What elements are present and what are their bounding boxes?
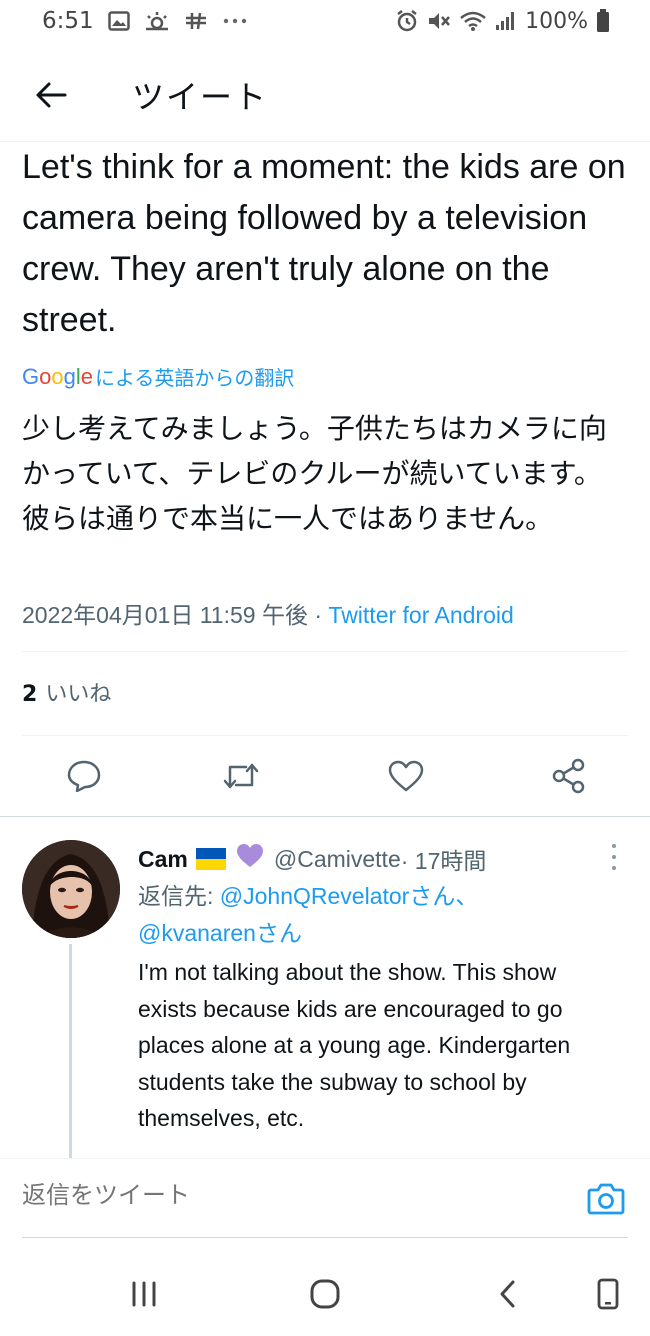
tweet-source-link[interactable]: Twitter for Android: [328, 602, 513, 628]
avatar[interactable]: [22, 840, 120, 938]
reply-author-name[interactable]: Cam: [138, 846, 188, 873]
nav-back-button[interactable]: [486, 1274, 530, 1314]
recent-apps-icon: [132, 1281, 156, 1307]
system-nav-bar: [0, 1252, 650, 1336]
reply-to-prefix: 返信先:: [138, 883, 220, 909]
camera-button[interactable]: [586, 1179, 626, 1219]
thread-line: [69, 944, 72, 1158]
app-header: ツイート: [0, 56, 650, 142]
retweet-button[interactable]: [219, 754, 263, 798]
page-title: ツイート: [132, 78, 269, 116]
tweet-timestamp-row: 2022年04月01日 11:59 午後 · Twitter for Andro…: [22, 596, 514, 630]
likes-row[interactable]: 2 いいね: [22, 676, 111, 708]
reply-author-handle[interactable]: @Camivette: [274, 846, 401, 873]
mention-link[interactable]: @JohnQRevelatorさん: [220, 883, 456, 909]
more-dot: [612, 866, 616, 870]
translation-credit-label: による英語からの翻訳: [95, 366, 295, 390]
gallery-icon: [107, 8, 130, 34]
alarm-icon: [395, 8, 419, 34]
keyboard-toggle-button[interactable]: [586, 1274, 630, 1314]
battery-icon: [596, 8, 610, 34]
status-bar: 6:51 100%: [0, 0, 650, 46]
section-divider: [0, 816, 650, 817]
avatar-image: [22, 840, 120, 938]
timestamp-separator: ·: [307, 602, 329, 628]
reply-icon: [67, 760, 101, 792]
tweet-action-bar: [0, 736, 650, 816]
tweet-timestamp[interactable]: 2022年04月01日 11:59 午後: [22, 602, 308, 628]
chevron-left-icon: [500, 1280, 515, 1308]
reply-button[interactable]: [62, 754, 106, 798]
weather-icon: [144, 8, 170, 34]
recent-apps-button[interactable]: [122, 1274, 166, 1314]
more-dot: [612, 844, 616, 848]
home-button[interactable]: [303, 1274, 347, 1314]
divider: [22, 651, 628, 652]
more-options-button[interactable]: [604, 844, 624, 870]
tweet-text: Let's think for a moment: the kids are o…: [22, 148, 626, 339]
reply-header: Cam @Camivette · 17時間: [138, 842, 486, 876]
phone-rotate-icon: [597, 1278, 619, 1310]
like-button[interactable]: [384, 754, 428, 798]
battery-percent: 100%: [525, 8, 588, 34]
mention-link[interactable]: @kvanarenさん: [138, 920, 302, 946]
more-notifications-icon: [222, 8, 248, 34]
home-icon: [310, 1279, 340, 1309]
heart-icon: [388, 760, 424, 792]
camera-icon: [587, 1183, 625, 1215]
status-time: 6:51: [42, 8, 94, 34]
ukraine-flag-icon: [195, 848, 226, 870]
share-button[interactable]: [547, 754, 591, 798]
translation-credit[interactable]: Google による英語からの翻訳: [22, 362, 294, 391]
app-notification-icon: [184, 8, 208, 34]
status-left: 6:51: [42, 8, 248, 34]
google-logo: Google: [22, 363, 94, 389]
back-button[interactable]: [30, 74, 72, 116]
more-dot: [612, 855, 616, 859]
reply-compose-input[interactable]: [22, 1181, 562, 1209]
status-right: 100%: [395, 8, 610, 34]
reply-text: I'm not talking about the show. This sho…: [138, 959, 571, 1131]
mention-separator: 、: [455, 883, 479, 909]
translated-text: 少し考えてみましょう。子供たちはカメラに向かっていて、テレビのクルーが続いていま…: [22, 412, 607, 535]
reply-time: · 17時間: [400, 848, 487, 874]
purple-heart-icon: [236, 843, 264, 875]
share-icon: [552, 758, 585, 794]
signal-icon: [495, 8, 517, 34]
wifi-icon: [459, 8, 487, 34]
compose-underline: [22, 1237, 628, 1238]
like-count: 2: [22, 682, 38, 707]
like-label: いいね: [45, 682, 112, 707]
arrow-left-icon: [36, 82, 67, 108]
retweet-icon: [223, 763, 259, 789]
mute-icon: [427, 8, 451, 34]
reply-to-line: 返信先: @JohnQRevelatorさん、 @kvanarenさん: [138, 878, 608, 952]
compose-bar: [0, 1158, 650, 1238]
